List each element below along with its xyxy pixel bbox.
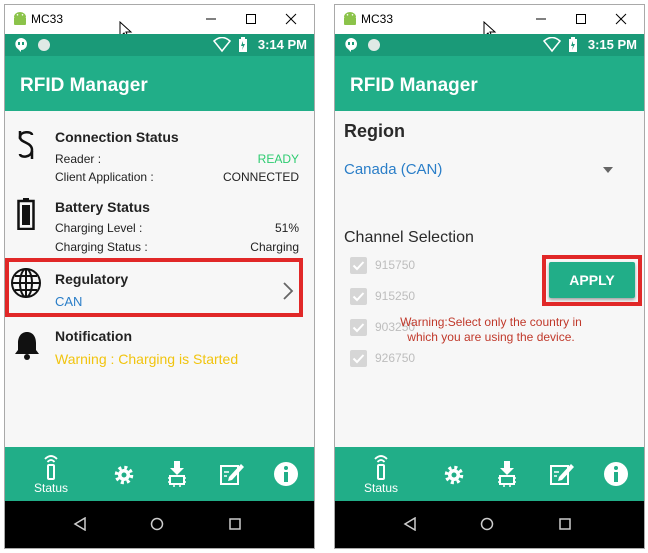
client-app-label: Client Application :	[55, 170, 154, 184]
hangouts-icon	[345, 38, 357, 52]
reader-label: Reader :	[55, 152, 102, 166]
nav-status-label: Status	[363, 481, 399, 495]
charging-status-value: Charging	[250, 240, 299, 254]
bottom-nav: Status	[335, 447, 644, 501]
region-selected-value: Canada (CAN)	[344, 161, 443, 178]
country-warning-line-2: which you are using the device.	[407, 330, 575, 344]
home-icon[interactable]	[150, 517, 164, 531]
charging-level-value: 51%	[274, 221, 299, 235]
circle-icon	[368, 39, 380, 51]
regulatory-title: Regulatory	[55, 271, 129, 287]
rfid-status-icon	[44, 455, 58, 480]
globe-icon	[11, 268, 41, 298]
region-dropdown[interactable]: Canada (CAN)	[335, 151, 644, 187]
recents-icon[interactable]	[228, 517, 242, 531]
status-time: 3:14 PM	[257, 37, 307, 52]
android-icon	[344, 12, 356, 25]
bottom-nav: Status	[5, 447, 314, 501]
android-icon	[14, 12, 26, 25]
status-time: 3:15 PM	[587, 37, 637, 52]
reader-value: READY	[257, 152, 299, 166]
hangouts-icon	[15, 38, 27, 52]
battery-charging-icon	[569, 37, 577, 52]
system-nav-bar	[335, 501, 644, 548]
channel-selection-title: Channel Selection	[344, 229, 474, 246]
chevron-right-icon	[283, 282, 294, 300]
emulator-window-right: MC33 3:15 PM RFID Manager Region Canada …	[334, 4, 645, 549]
window-titlebar[interactable]: MC33	[5, 5, 314, 41]
maximize-button[interactable]	[569, 8, 593, 30]
status-content: Connection Status Reader : READY Client …	[5, 111, 314, 447]
charging-level-label: Charging Level :	[55, 221, 143, 235]
maximize-icon	[246, 14, 256, 24]
minimize-icon	[536, 18, 546, 20]
app-bar: RFID Manager	[5, 56, 314, 111]
android-status-bar: 3:14 PM	[5, 34, 314, 56]
country-warning: Warning:Select only the country in which…	[341, 315, 641, 345]
gear-icon[interactable]	[442, 463, 466, 487]
regulatory-content: Region Canada (CAN) Channel Selection 91…	[335, 111, 644, 447]
close-icon	[615, 13, 627, 25]
maximize-button[interactable]	[239, 8, 263, 30]
close-button[interactable]	[609, 8, 633, 30]
close-button[interactable]	[279, 8, 303, 30]
minimize-icon	[206, 18, 216, 20]
notification-title: Notification	[55, 328, 132, 344]
gear-icon[interactable]	[112, 463, 136, 487]
emulator-window-left: MC33 3:14 PM RFID Manager Connection Sta…	[4, 4, 315, 549]
app-bar: RFID Manager	[335, 56, 644, 111]
regulatory-value: CAN	[55, 294, 83, 309]
window-title: MC33	[361, 12, 394, 26]
app-title: RFID Manager	[350, 75, 478, 96]
channel-label: 926750	[375, 351, 416, 365]
recents-icon[interactable]	[558, 517, 572, 531]
info-icon[interactable]	[603, 461, 629, 487]
checkbox-checked-icon	[350, 257, 367, 274]
wifi-icon	[213, 37, 231, 53]
download-chip-icon[interactable]	[496, 461, 518, 487]
battery-icon	[17, 198, 35, 230]
window-title: MC33	[31, 12, 64, 26]
system-nav-bar	[5, 501, 314, 548]
bell-icon	[15, 332, 39, 360]
battery-status-title: Battery Status	[55, 199, 150, 215]
country-warning-line-1: Warning:Select only the country in	[400, 315, 582, 329]
download-chip-icon[interactable]	[166, 461, 188, 487]
regulatory-row[interactable]: Regulatory CAN	[5, 261, 314, 311]
window-titlebar[interactable]: MC33	[335, 5, 644, 41]
channel-label: 915750	[375, 258, 416, 272]
connection-status-title: Connection Status	[55, 129, 179, 145]
charging-status-label: Charging Status :	[55, 240, 148, 254]
dropdown-arrow-icon	[603, 167, 613, 173]
channel-label: 915250	[375, 289, 416, 303]
rfid-status-icon	[374, 455, 388, 480]
info-icon[interactable]	[273, 461, 299, 487]
region-title: Region	[344, 121, 405, 141]
close-icon	[285, 13, 297, 25]
edit-icon[interactable]	[219, 462, 245, 486]
nav-status-label: Status	[33, 481, 69, 495]
minimize-button[interactable]	[529, 8, 553, 30]
back-icon[interactable]	[73, 517, 87, 531]
app-title: RFID Manager	[20, 75, 148, 96]
checkbox-checked-icon	[350, 350, 367, 367]
edit-icon[interactable]	[549, 462, 575, 486]
circle-icon	[38, 39, 50, 51]
apply-button[interactable]: APPLY	[549, 262, 635, 298]
battery-charging-icon	[239, 37, 247, 52]
client-app-value: CONNECTED	[222, 170, 299, 184]
home-icon[interactable]	[480, 517, 494, 531]
checkbox-checked-icon	[350, 288, 367, 305]
connection-s-icon	[18, 131, 34, 159]
back-icon[interactable]	[403, 517, 417, 531]
minimize-button[interactable]	[199, 8, 223, 30]
maximize-icon	[576, 14, 586, 24]
notification-message: Warning : Charging is Started	[55, 351, 239, 367]
wifi-icon	[543, 37, 561, 53]
android-status-bar: 3:15 PM	[335, 34, 644, 56]
